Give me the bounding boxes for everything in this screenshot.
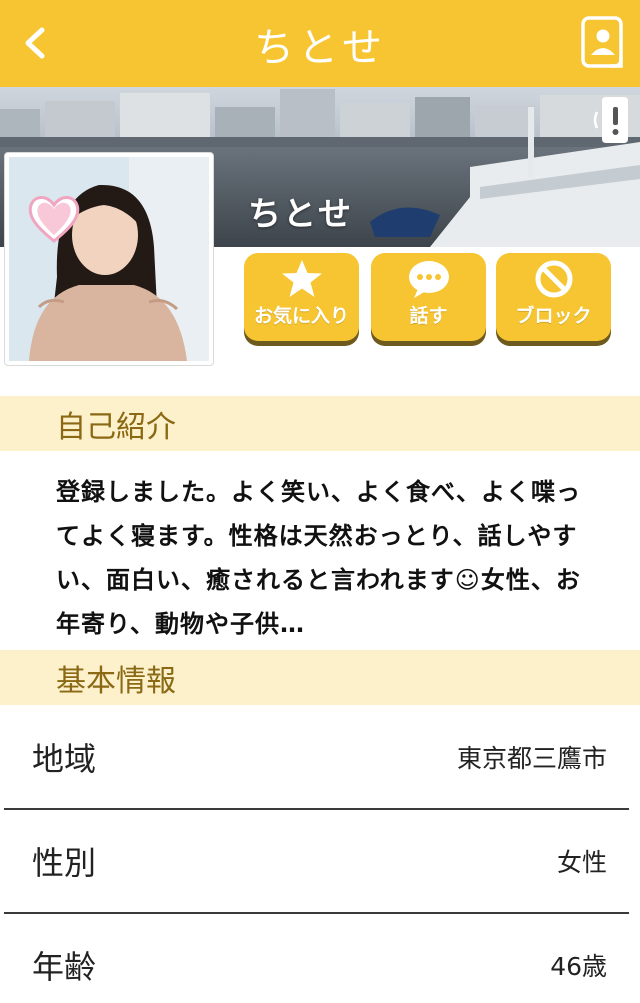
info-value: 46歳 bbox=[550, 952, 607, 981]
back-button[interactable] bbox=[14, 20, 56, 66]
favorite-button[interactable]: お気に入り bbox=[244, 253, 359, 341]
info-row-age: 年齢 46歳 bbox=[4, 914, 629, 1003]
info-row-region: 地域 東京都三鷹市 bbox=[4, 706, 629, 810]
info-label: 性別 bbox=[32, 844, 97, 882]
chevron-left-icon bbox=[25, 27, 45, 59]
talk-label: 話す bbox=[409, 305, 448, 327]
block-button[interactable]: ブロック bbox=[496, 253, 611, 341]
info-label: 地域 bbox=[32, 740, 97, 778]
favorite-label: お気に入り bbox=[253, 305, 349, 327]
info-row-gender: 性別 女性 bbox=[4, 810, 629, 914]
talk-button[interactable]: 話す bbox=[371, 253, 486, 341]
page-title: ちとせ bbox=[254, 24, 386, 71]
contact-button[interactable] bbox=[580, 15, 626, 71]
intro-text: 登録しました。よく笑い、よく食べ、よく喋ってよく寝ます。性格は天然おっとり、話し… bbox=[56, 478, 581, 638]
info-value: 東京都三鷹市 bbox=[456, 744, 607, 773]
avatar-photo bbox=[9, 157, 209, 361]
report-icon bbox=[593, 97, 628, 143]
speech-bubble-icon bbox=[408, 261, 449, 298]
info-value: 女性 bbox=[556, 848, 607, 877]
prohibited-icon bbox=[535, 260, 572, 298]
block-label: ブロック bbox=[515, 305, 592, 327]
intro-heading: 自己紹介 bbox=[0, 396, 640, 451]
star-icon bbox=[281, 260, 322, 297]
info-label: 年齢 bbox=[32, 948, 97, 986]
basic-info-heading: 基本情報 bbox=[0, 650, 640, 705]
app-header: ちとせ bbox=[0, 0, 640, 87]
profile-avatar[interactable] bbox=[4, 152, 214, 366]
contact-card-icon bbox=[581, 16, 623, 68]
report-button[interactable] bbox=[590, 97, 630, 143]
profile-name: ちとせ bbox=[248, 194, 353, 233]
